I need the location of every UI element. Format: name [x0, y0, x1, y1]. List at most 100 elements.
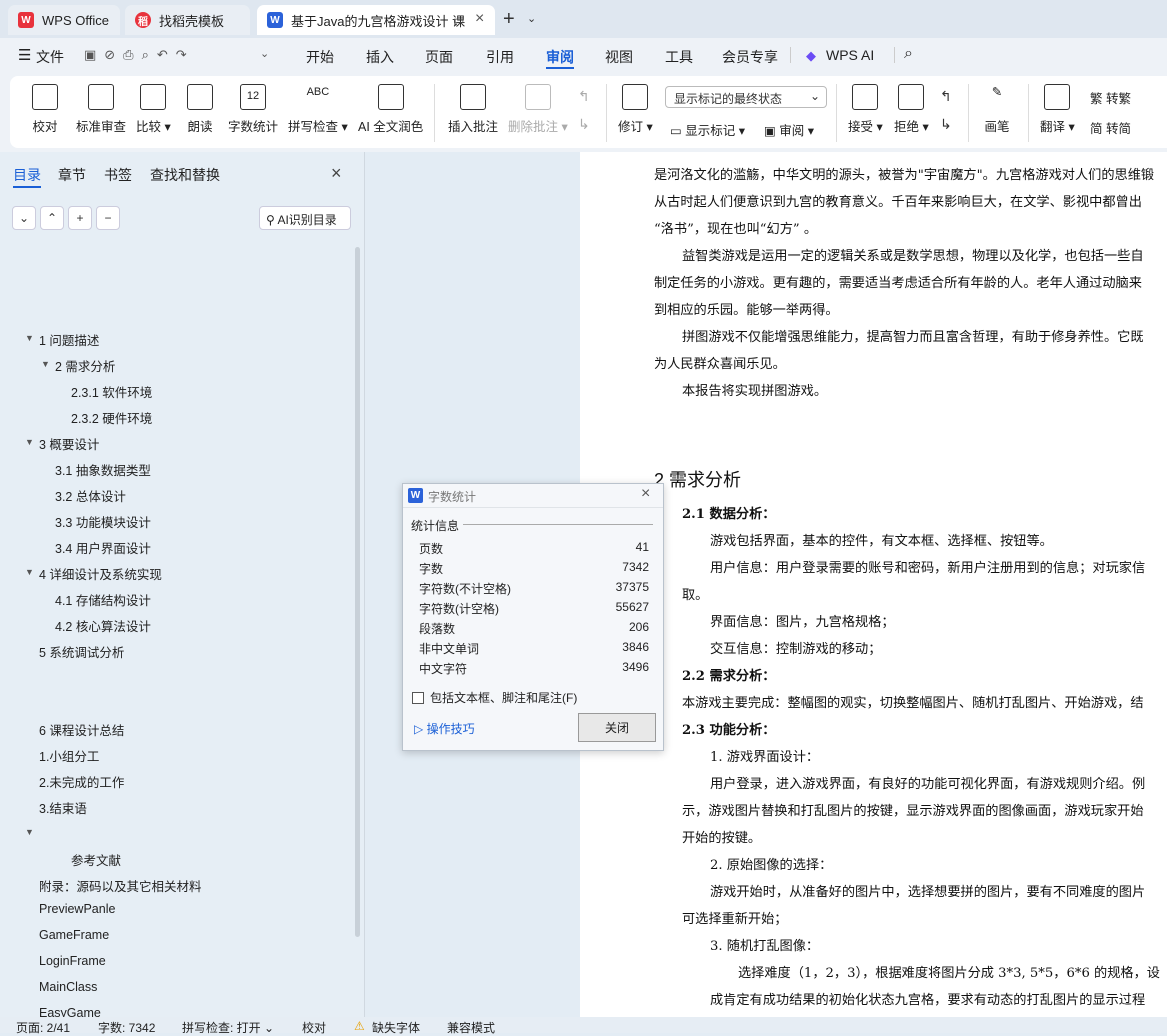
expand-down-button[interactable]: ⌄	[12, 206, 36, 230]
nav-tab-find-replace[interactable]: 查找和替换	[150, 165, 220, 185]
collapse-triangle-icon[interactable]: ▼	[25, 437, 34, 447]
nav-scrollbar[interactable]	[355, 247, 360, 937]
close-icon[interactable]: ×	[641, 485, 650, 503]
chevron-down-icon[interactable]: ⌄	[527, 12, 536, 25]
word-count-button[interactable]: 12 字数统计	[228, 84, 278, 135]
doc-line: 示，游戏图片替换和打乱图片的按键，显示游戏界面的图像画面，游戏玩家开始	[682, 804, 1144, 819]
compare-button[interactable]: 比较 ▾	[136, 84, 171, 135]
toc-item[interactable]: 3.1 抽象数据类型	[55, 460, 151, 479]
close-button[interactable]: 关闭	[578, 713, 656, 742]
tab-wps-office[interactable]: W WPS Office	[8, 5, 120, 35]
toc-item[interactable]: 6 课程设计总结	[39, 720, 124, 739]
close-icon[interactable]: ×	[331, 163, 342, 184]
toc-item[interactable]: 4.1 存储结构设计	[55, 590, 151, 609]
nav-tab-sections[interactable]: 章节	[58, 165, 86, 185]
toc-item[interactable]: PreviewPanle	[39, 902, 115, 916]
menu-home[interactable]: 开始	[306, 47, 334, 67]
more-icon[interactable]: ⌄	[260, 47, 269, 60]
include-footnotes-checkbox[interactable]: 包括文本框、脚注和尾注(F)	[412, 689, 577, 706]
insert-comment-button[interactable]: 插入批注	[448, 84, 498, 135]
collapse-triangle-icon[interactable]: ▼	[41, 359, 50, 369]
toc-item[interactable]: MainClass	[39, 980, 97, 994]
toc-item[interactable]: 3.结束语	[39, 798, 87, 817]
tips-link[interactable]: ▷ 操作技巧	[414, 720, 475, 737]
doc-line: 可选择重新开始；	[682, 912, 788, 927]
tab-document[interactable]: W 基于Java的九宫格游戏设计 课 ▭ ×	[257, 5, 495, 35]
toc-item[interactable]: 3.2 总体设计	[55, 486, 126, 505]
doc-line: 为人民群众喜闻乐见。	[654, 357, 786, 372]
quick-access-icons[interactable]: ▣⊘⎙⌕↶↷	[84, 47, 195, 63]
toc-item[interactable]: 3.4 用户界面设计	[55, 538, 151, 557]
toc-item[interactable]: 2.未完成的工作	[39, 772, 124, 791]
show-markup-button[interactable]: ▭ 显示标记 ▾	[670, 120, 745, 139]
toc-item[interactable]: 1.小组分工	[39, 746, 99, 765]
search-icon[interactable]: ⌕	[904, 45, 913, 63]
review-pane-button[interactable]: ▣ 审阅 ▾	[764, 120, 814, 139]
pen-icon: ✎	[991, 85, 1003, 99]
toc-item[interactable]: 3 概要设计	[39, 434, 99, 453]
next-change-icon[interactable]: ↳	[940, 116, 952, 133]
menu-page[interactable]: 页面	[425, 47, 453, 67]
word-count-indicator[interactable]: 字数: 7342	[98, 1019, 155, 1036]
toc-item[interactable]: 参考文献	[71, 850, 121, 869]
toc-item[interactable]: 3.3 功能模块设计	[55, 512, 151, 531]
menu-review[interactable]: 审阅	[546, 47, 574, 67]
reject-button[interactable]: 拒绝 ▾	[894, 84, 929, 135]
toc-item[interactable]: 5 系统调试分析	[39, 642, 124, 661]
menu-references[interactable]: 引用	[486, 47, 514, 67]
page-indicator[interactable]: 页面: 2/41	[16, 1019, 70, 1036]
add-heading-button[interactable]: +	[68, 206, 92, 230]
menu-file[interactable]: 文件	[36, 47, 64, 67]
menu-view[interactable]: 视图	[605, 47, 633, 67]
spell-check-button[interactable]: ABC 拼写检查 ▾	[288, 84, 348, 135]
delete-comment-button[interactable]: 删除批注 ▾	[508, 84, 568, 135]
nav-tab-bookmarks[interactable]: 书签	[104, 165, 132, 185]
translate-button[interactable]: 翻译 ▾	[1040, 84, 1075, 135]
menu-insert[interactable]: 插入	[366, 47, 394, 67]
monitor-icon[interactable]: ▭	[453, 13, 464, 27]
proofread-button[interactable]: 校对	[32, 84, 58, 135]
read-aloud-button[interactable]: 朗读	[187, 84, 213, 135]
to-traditional-button[interactable]: 繁 转繁	[1090, 88, 1131, 107]
menu-member[interactable]: 会员专享	[722, 47, 778, 67]
remove-heading-button[interactable]: −	[96, 206, 120, 230]
nav-tab-toc[interactable]: 目录	[13, 165, 41, 185]
dialog-titlebar[interactable]: W 字数统计 ×	[403, 484, 663, 508]
hamburger-icon[interactable]: ☰	[18, 46, 31, 64]
missing-font-status[interactable]: 缺失字体	[372, 1019, 420, 1036]
pen-button[interactable]: ✎ 画笔	[984, 84, 1010, 135]
ai-toc-button[interactable]: ⚲ AI识别目录	[259, 206, 351, 230]
doc-line: 本游戏主要完成：整幅图的观实，切换整幅图片、随机打乱图片、开始游戏，结	[682, 696, 1144, 711]
document-page[interactable]: 是河洛文化的滥觞，中华文明的源头，被誉为"宇宙魔方"。九宫格游戏对人们的思维锻 …	[580, 152, 1167, 1017]
collapse-triangle-icon[interactable]: ▼	[25, 827, 34, 837]
toc-item[interactable]: 2.3.1 软件环境	[71, 382, 152, 401]
spell-check-status[interactable]: 拼写检查: 打开 ⌄	[182, 1019, 274, 1036]
toc-item[interactable]: 4.2 核心算法设计	[55, 616, 151, 635]
next-comment-icon[interactable]: ↳	[578, 116, 590, 133]
standard-review-button[interactable]: 标准审查	[76, 84, 126, 135]
collapse-up-button[interactable]: ⌃	[40, 206, 64, 230]
track-changes-button[interactable]: 修订 ▾	[618, 84, 653, 135]
toc-item[interactable]: 2.3.2 硬件环境	[71, 408, 152, 427]
menu-wps-ai[interactable]: WPS AI	[826, 47, 874, 63]
proofread-status[interactable]: 校对	[302, 1019, 326, 1036]
ai-polish-button[interactable]: AI 全文润色	[358, 84, 423, 135]
markup-mode-select[interactable]: 显示标记的最终状态 ⌄	[665, 86, 827, 108]
collapse-triangle-icon[interactable]: ▼	[25, 333, 34, 343]
toc-item[interactable]: 4 详细设计及系统实现	[39, 564, 162, 583]
prev-comment-icon[interactable]: ↰	[578, 88, 590, 105]
collapse-triangle-icon[interactable]: ▼	[25, 567, 34, 577]
prev-change-icon[interactable]: ↰	[940, 88, 952, 105]
close-tab-icon[interactable]: ×	[475, 10, 484, 28]
accept-button[interactable]: 接受 ▾	[848, 84, 883, 135]
toc-item[interactable]: 1 问题描述	[39, 330, 99, 349]
toc-item[interactable]: 附录：源码以及其它相关材料	[39, 876, 202, 895]
pane-splitter[interactable]	[364, 152, 365, 1017]
toc-item[interactable]: GameFrame	[39, 928, 109, 942]
toc-item[interactable]: LoginFrame	[39, 954, 106, 968]
new-tab-icon[interactable]: +	[503, 8, 515, 31]
toc-item[interactable]: 2 需求分析	[55, 356, 115, 375]
to-simplified-button[interactable]: 简 转简	[1090, 118, 1131, 137]
tab-templates[interactable]: 稻 找稻壳模板	[125, 5, 250, 35]
menu-tools[interactable]: 工具	[665, 47, 693, 67]
